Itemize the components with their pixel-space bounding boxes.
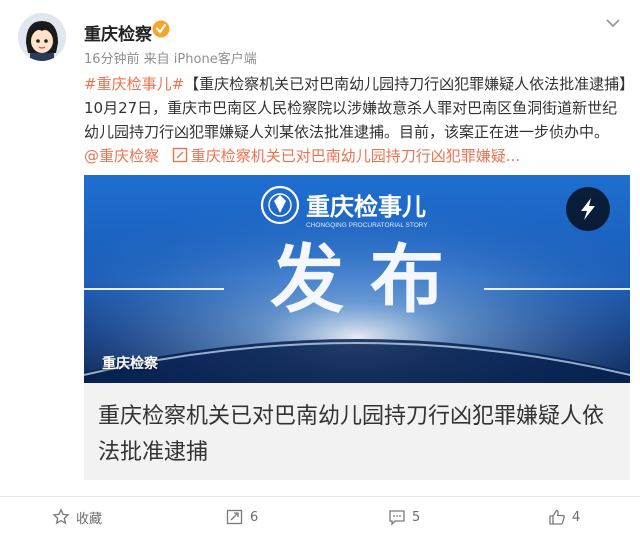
logo-title: 重庆检事儿 [306,192,426,221]
hashtag-link[interactable]: #重庆检事儿# [84,75,184,93]
action-bar: 收藏 6 5 4 [0,497,640,537]
chevron-down-icon[interactable] [600,13,626,33]
verified-badge-icon [152,20,170,38]
repost-icon [226,509,243,525]
like-button[interactable]: 4 [548,497,580,537]
article-cover-image: 重庆检事儿 CHONGQING PROCURATORIAL STORY 发 布 [84,175,630,383]
avatar[interactable] [18,13,66,61]
article-link-text: 重庆检察机关已对巴南幼儿园持刀行凶犯罪嫌疑... [190,147,521,165]
article-link[interactable]: 重庆检察机关已对巴南幼儿园持刀行凶犯罪嫌疑... [164,147,520,165]
user-name[interactable]: 重庆检察 [84,20,152,45]
comment-icon [389,510,405,526]
post-header: 重庆检察 16分钟前 来自 iPhone客户端 [0,0,640,72]
comment-count: 5 [412,509,421,525]
favorite-button[interactable]: 收藏 [52,497,102,537]
repost-button[interactable]: 6 [226,497,258,537]
post-meta: 16分钟前 来自 iPhone客户端 [84,52,257,67]
article-card[interactable]: 重庆检事儿 CHONGQING PROCURATORIAL STORY 发 布 … [84,175,630,480]
card-title[interactable]: 重庆检察机关已对巴南幼儿园持刀行凶犯罪嫌疑人依法批准逮捕 [98,399,618,471]
post-text: #重庆检事儿#【重庆检察机关已对巴南幼儿园持刀行凶犯罪嫌疑人依法批准逮捕】10月… [84,72,628,168]
lightning-icon [581,198,595,220]
avatar-cartoon-icon [18,13,66,61]
cover-headline: 发 布 [270,237,444,323]
star-icon [52,508,70,525]
thumbs-up-icon [549,509,565,525]
comment-button[interactable]: 5 [388,497,420,537]
flash-button[interactable] [566,187,610,231]
image-source-label: 重庆检察 [102,356,158,372]
article-link-icon [172,147,187,163]
favorite-label: 收藏 [76,511,103,527]
repost-count: 6 [250,509,259,525]
like-count: 4 [572,509,581,525]
logo-subtitle: CHONGQING PROCURATORIAL STORY [306,222,428,229]
mention-link[interactable]: @重庆检察 [84,147,159,165]
